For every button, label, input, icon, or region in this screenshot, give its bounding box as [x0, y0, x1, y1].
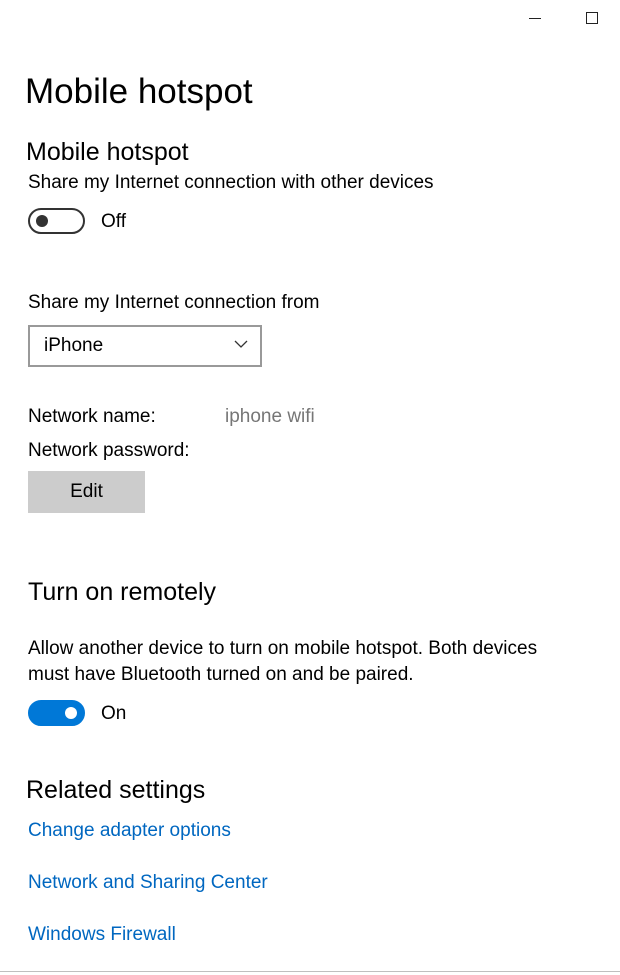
toggle-knob — [36, 215, 48, 227]
windows-firewall-link[interactable]: Windows Firewall — [28, 924, 176, 946]
remote-description-line2: must have Bluetooth turned on and be pai… — [28, 664, 414, 685]
share-from-label: Share my Internet connection from — [28, 292, 320, 313]
hotspot-toggle[interactable] — [28, 208, 85, 234]
remote-description-line1: Allow another device to turn on mobile h… — [28, 638, 538, 659]
share-from-selected: iPhone — [44, 335, 104, 356]
page-title: Mobile hotspot — [25, 72, 253, 111]
toggle-knob — [65, 707, 77, 719]
window-bottom-border — [0, 971, 620, 972]
hotspot-section-title: Mobile hotspot — [26, 138, 189, 166]
hotspot-description: Share my Internet connection with other … — [28, 172, 434, 193]
hotspot-toggle-state: Off — [101, 211, 126, 232]
remote-section-title: Turn on remotely — [28, 578, 217, 606]
remote-toggle[interactable] — [28, 700, 85, 726]
change-adapter-options-link[interactable]: Change adapter options — [28, 820, 231, 842]
edit-button[interactable]: Edit — [28, 471, 145, 513]
network-password-label: Network password: — [28, 440, 190, 461]
remote-toggle-state: On — [101, 703, 127, 724]
maximize-button[interactable] — [578, 6, 606, 30]
maximize-icon — [586, 12, 598, 24]
minimize-icon — [529, 17, 541, 19]
chevron-down-icon — [234, 340, 248, 348]
network-name-value: iphone wifi — [225, 406, 315, 427]
share-from-dropdown[interactable]: iPhone — [28, 325, 262, 367]
minimize-button[interactable] — [521, 6, 549, 30]
related-section-title: Related settings — [26, 776, 206, 804]
network-sharing-center-link[interactable]: Network and Sharing Center — [28, 872, 268, 894]
network-name-label: Network name: — [28, 406, 156, 427]
